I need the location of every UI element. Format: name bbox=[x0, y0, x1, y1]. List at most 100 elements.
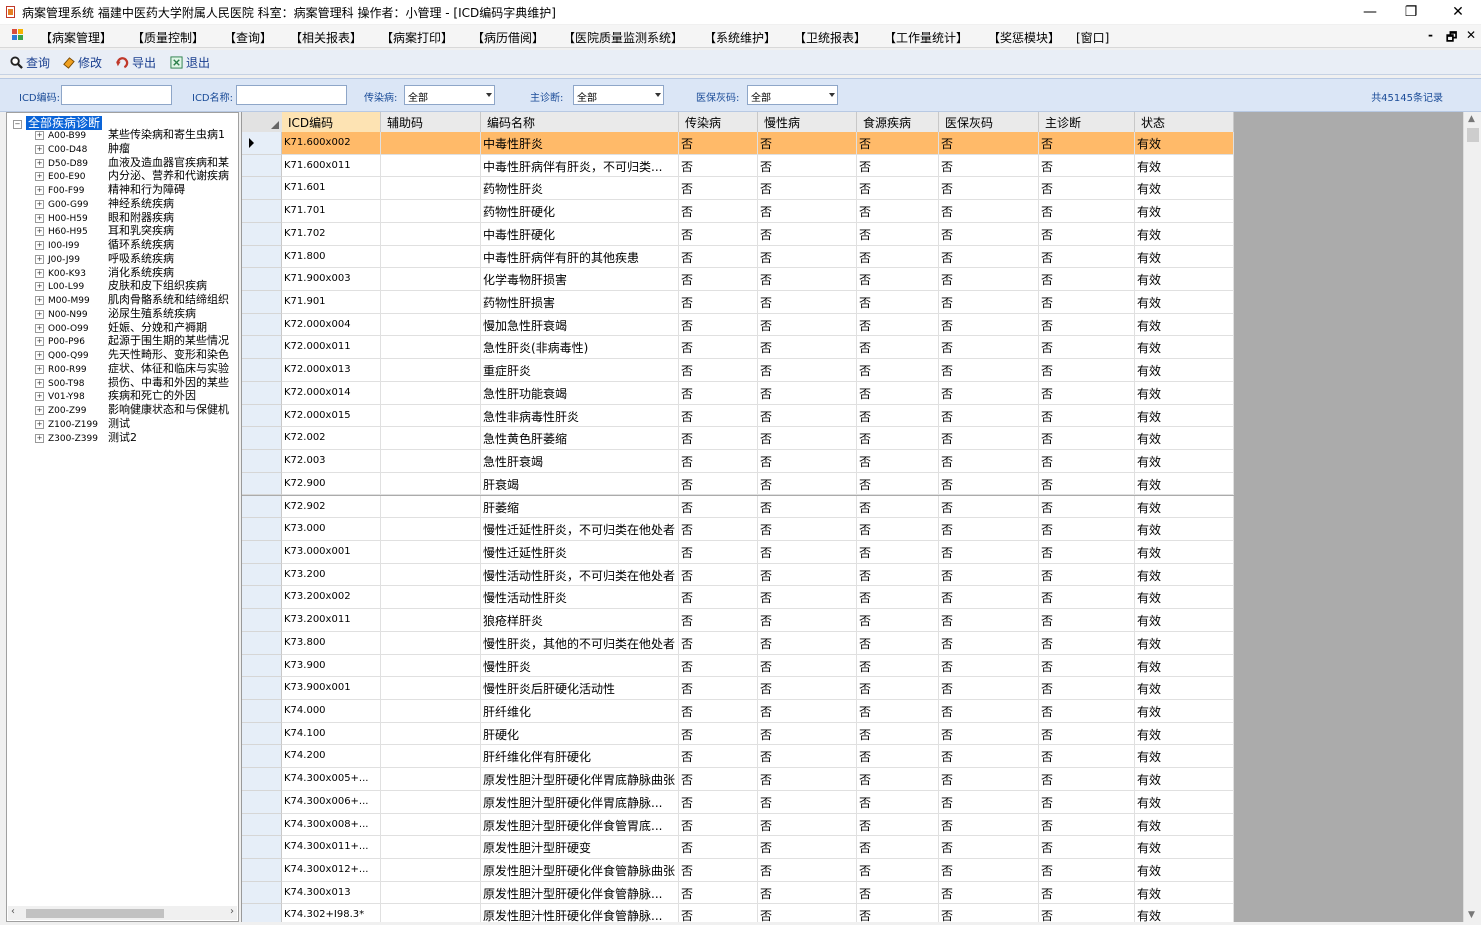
cell-code-name[interactable]: 肝硬化 bbox=[481, 722, 679, 746]
cell-main-diagnosis[interactable]: 否 bbox=[1039, 768, 1135, 791]
cell-insurance-gray[interactable]: 否 bbox=[939, 222, 1039, 246]
tree-node[interactable]: + V01-Y98 疾病和死亡的外因 bbox=[35, 389, 196, 404]
grid-corner[interactable] bbox=[242, 112, 283, 132]
cell-status[interactable]: 有效 bbox=[1135, 268, 1234, 291]
cell-aux-code[interactable] bbox=[381, 245, 481, 269]
expand-icon[interactable]: + bbox=[35, 296, 44, 305]
cell-insurance-gray[interactable]: 否 bbox=[939, 881, 1039, 905]
cell-code-name[interactable]: 药物性肝硬化 bbox=[481, 200, 679, 223]
cell-code-name[interactable]: 中毒性肝硬化 bbox=[481, 222, 679, 246]
row-header[interactable] bbox=[242, 427, 282, 451]
cell-aux-code[interactable] bbox=[381, 404, 481, 428]
cell-infectious[interactable]: 否 bbox=[679, 495, 758, 519]
cell-icd-code[interactable]: K72.000x004 bbox=[282, 313, 381, 337]
cell-insurance-gray[interactable]: 否 bbox=[939, 472, 1039, 496]
cell-insurance-gray[interactable]: 否 bbox=[939, 268, 1039, 291]
cell-insurance-gray[interactable]: 否 bbox=[939, 722, 1039, 746]
cell-status[interactable]: 有效 bbox=[1135, 700, 1234, 723]
menu-system-maintenance[interactable]: 【系统维护】 bbox=[704, 29, 776, 46]
tree-node[interactable]: + I00-I99 循环系统疾病 bbox=[35, 238, 174, 253]
cell-chronic[interactable]: 否 bbox=[758, 222, 857, 246]
cell-icd-code[interactable]: K74.300x006+... bbox=[282, 790, 381, 814]
cell-insurance-gray[interactable]: 否 bbox=[939, 677, 1039, 700]
cell-status[interactable]: 有效 bbox=[1135, 518, 1234, 541]
cell-foodborne[interactable]: 否 bbox=[857, 586, 939, 610]
cell-insurance-gray[interactable]: 否 bbox=[939, 245, 1039, 269]
cell-insurance-gray[interactable]: 否 bbox=[939, 154, 1039, 178]
table-row[interactable]: K73.200x011 狼疮样肝炎否否否否否有效 bbox=[242, 609, 1234, 632]
row-header[interactable] bbox=[242, 540, 282, 564]
cell-chronic[interactable]: 否 bbox=[758, 132, 857, 155]
cell-status[interactable]: 有效 bbox=[1135, 404, 1234, 428]
cell-main-diagnosis[interactable]: 否 bbox=[1039, 222, 1135, 246]
cell-insurance-gray[interactable]: 否 bbox=[939, 540, 1039, 564]
cell-status[interactable]: 有效 bbox=[1135, 813, 1234, 837]
app-logo-icon[interactable] bbox=[12, 29, 24, 41]
cell-code-name[interactable]: 原发性胆汁型肝硬化伴胃底静脉曲张 bbox=[481, 768, 679, 791]
cell-main-diagnosis[interactable]: 否 bbox=[1039, 336, 1135, 360]
cell-status[interactable]: 有效 bbox=[1135, 540, 1234, 564]
cell-code-name[interactable]: 慢性活动性肝炎 bbox=[481, 586, 679, 610]
table-row[interactable]: K74.200 肝纤维化伴有肝硬化否否否否否有效 bbox=[242, 745, 1234, 769]
table-row[interactable]: K74.300x005+... 原发性胆汁型肝硬化伴胃底静脉曲张否否否否否有效 bbox=[242, 768, 1234, 791]
column-header-main-diagnosis[interactable]: 主诊断 bbox=[1039, 112, 1135, 132]
cell-infectious[interactable]: 否 bbox=[679, 313, 758, 337]
cell-code-name[interactable]: 肝衰竭 bbox=[481, 472, 679, 496]
cell-main-diagnosis[interactable]: 否 bbox=[1039, 586, 1135, 610]
cell-chronic[interactable]: 否 bbox=[758, 813, 857, 837]
table-row[interactable]: K74.300x012+... 原发性胆汁型肝硬化伴食管静脉曲张否否否否否有效 bbox=[242, 859, 1234, 882]
cell-main-diagnosis[interactable]: 否 bbox=[1039, 700, 1135, 723]
cell-insurance-gray[interactable]: 否 bbox=[939, 654, 1039, 678]
cell-code-name[interactable]: 中毒性肝炎 bbox=[481, 132, 679, 155]
cell-infectious[interactable]: 否 bbox=[679, 700, 758, 723]
expand-icon[interactable]: + bbox=[35, 433, 44, 443]
cell-insurance-gray[interactable]: 否 bbox=[939, 427, 1039, 451]
cell-code-name[interactable]: 原发性胆汁型肝硬化伴食管胃底... bbox=[481, 813, 679, 837]
cell-icd-code[interactable]: K74.200 bbox=[282, 745, 381, 769]
mdi-minimize-button[interactable]: - bbox=[1428, 28, 1433, 42]
cell-code-name[interactable]: 原发性胆汁型肝硬化伴胃底静脉... bbox=[481, 790, 679, 814]
table-row[interactable]: K73.200 慢性活动性肝炎，不可归类在他处者否否否否否有效 bbox=[242, 563, 1234, 587]
cell-main-diagnosis[interactable]: 否 bbox=[1039, 859, 1135, 882]
cell-infectious[interactable]: 否 bbox=[679, 245, 758, 269]
cell-aux-code[interactable] bbox=[381, 177, 481, 201]
cell-chronic[interactable]: 否 bbox=[758, 609, 857, 632]
cell-status[interactable]: 有效 bbox=[1135, 631, 1234, 655]
cell-chronic[interactable]: 否 bbox=[758, 359, 857, 382]
cell-icd-code[interactable]: K73.000 bbox=[282, 518, 381, 541]
cell-infectious[interactable]: 否 bbox=[679, 359, 758, 382]
menu-window[interactable]: [窗口] bbox=[1076, 29, 1109, 46]
expand-icon[interactable]: + bbox=[35, 351, 44, 360]
row-header[interactable] bbox=[242, 859, 282, 882]
scroll-left-icon[interactable]: ‹ bbox=[11, 906, 15, 917]
cell-status[interactable]: 有效 bbox=[1135, 790, 1234, 814]
menu-health-statistics[interactable]: 【卫统报表】 bbox=[794, 29, 866, 46]
row-header[interactable] bbox=[242, 132, 282, 155]
cell-foodborne[interactable]: 否 bbox=[857, 700, 939, 723]
cell-infectious[interactable]: 否 bbox=[679, 154, 758, 178]
collapse-icon[interactable]: − bbox=[13, 120, 22, 129]
cell-main-diagnosis[interactable]: 否 bbox=[1039, 790, 1135, 814]
cell-foodborne[interactable]: 否 bbox=[857, 359, 939, 382]
expand-icon[interactable]: + bbox=[35, 199, 44, 209]
cell-status[interactable]: 有效 bbox=[1135, 495, 1234, 519]
row-header[interactable] bbox=[242, 472, 282, 496]
cell-main-diagnosis[interactable]: 否 bbox=[1039, 200, 1135, 223]
table-row[interactable]: K74.302+I98.3* 原发性胆汁性肝硬化伴食管静脉... 否否否否否有效 bbox=[242, 904, 1234, 922]
column-header-infectious[interactable]: 传染病 bbox=[679, 112, 758, 132]
expand-icon[interactable]: + bbox=[35, 158, 44, 168]
cell-foodborne[interactable]: 否 bbox=[857, 881, 939, 905]
cell-foodborne[interactable]: 否 bbox=[857, 200, 939, 223]
cell-status[interactable]: 有效 bbox=[1135, 245, 1234, 269]
cell-aux-code[interactable] bbox=[381, 631, 481, 655]
export-button[interactable]: 导出 bbox=[116, 54, 156, 71]
cell-insurance-gray[interactable]: 否 bbox=[939, 359, 1039, 382]
cell-aux-code[interactable] bbox=[381, 609, 481, 632]
cell-main-diagnosis[interactable]: 否 bbox=[1039, 450, 1135, 473]
row-header[interactable] bbox=[242, 836, 282, 859]
table-row[interactable]: K72.000x015 急性非病毒性肝炎否否否否否有效 bbox=[242, 404, 1234, 428]
tree-node[interactable]: + Z100-Z199 测试 bbox=[35, 417, 130, 432]
cell-code-name[interactable]: 急性肝功能衰竭 bbox=[481, 381, 679, 405]
cell-icd-code[interactable]: K72.902 bbox=[282, 495, 381, 519]
cell-chronic[interactable]: 否 bbox=[758, 881, 857, 905]
